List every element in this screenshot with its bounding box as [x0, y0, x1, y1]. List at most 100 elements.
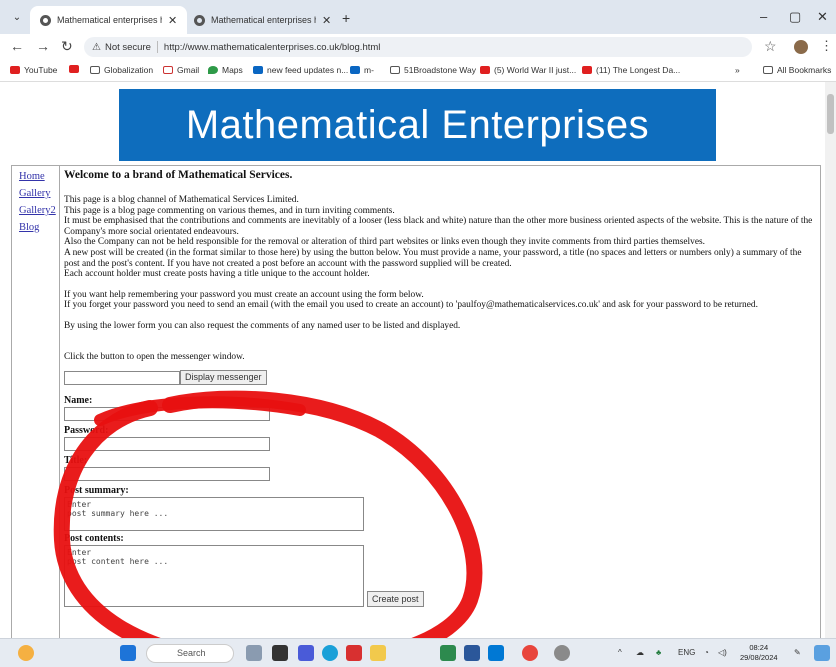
restore-icon[interactable]: ▢	[789, 9, 801, 25]
task-view-icon[interactable]	[272, 645, 288, 661]
bookmark-broadstone[interactable]: 51Broadstone Way	[390, 65, 476, 75]
create-post-form: Name: Password: Title: Post summary: Pos…	[64, 395, 816, 608]
bookmark-globalization[interactable]: Globalization	[90, 65, 153, 75]
browser-tab-2[interactable]: Mathematical enterprises home ✕	[184, 6, 341, 34]
name-label: Name:	[64, 395, 93, 407]
chrome-icon[interactable]	[522, 645, 538, 661]
file-explorer-icon[interactable]	[370, 645, 386, 661]
create-post-button[interactable]: Create post	[367, 591, 424, 608]
wifi-icon[interactable]: ◔	[704, 648, 709, 657]
back-arrow-icon[interactable]: ←	[10, 38, 24, 54]
volume-icon[interactable]: ◁)	[718, 648, 727, 657]
browser-tab-1[interactable]: Mathematical enterprises home ✕	[30, 6, 188, 34]
bookmark-linkedin-feed[interactable]: new feed updates n...	[253, 65, 348, 75]
intro-text: Each account holder must create posts ha…	[64, 269, 370, 280]
tab-search-icon[interactable]: ⌄	[8, 9, 26, 27]
title-label: Title:	[64, 455, 88, 467]
youtube-icon	[582, 66, 592, 74]
messenger-input[interactable]	[64, 370, 180, 385]
minimize-icon[interactable]: –	[760, 9, 767, 24]
cloud-icon[interactable]: ☁	[636, 648, 644, 657]
banner-title: Mathematical Enterprises	[185, 102, 650, 147]
display-messenger-button[interactable]: Display messenger	[180, 370, 267, 386]
settings-icon[interactable]	[554, 645, 570, 661]
word-icon[interactable]	[464, 645, 480, 661]
nav-gallery[interactable]: Gallery	[19, 187, 59, 201]
security-label[interactable]: Not secure	[105, 42, 151, 53]
intro-text: If you forget your password you need to …	[64, 300, 758, 311]
store-icon[interactable]	[488, 645, 504, 661]
intro-text: Also the Company can not be held respons…	[64, 237, 705, 248]
language-indicator[interactable]: ENG	[678, 648, 695, 657]
menu-kebab-icon[interactable]: ⋮	[820, 38, 833, 54]
site-banner: Mathematical Enterprises	[119, 89, 716, 161]
warning-icon: ⚠	[92, 41, 101, 53]
url-text[interactable]: http://www.mathematicalenterprises.co.uk…	[164, 42, 380, 53]
nav-blog[interactable]: Blog	[19, 221, 59, 235]
teams-icon[interactable]	[298, 645, 314, 661]
title-field[interactable]	[64, 467, 270, 482]
close-icon[interactable]: ✕	[322, 14, 331, 27]
window-close-icon[interactable]: ✕	[817, 9, 828, 25]
address-bar[interactable]: ⚠ Not secure http://www.mathematicalente…	[84, 37, 752, 57]
bookmark-youtube-2[interactable]	[69, 65, 83, 73]
taskbar-search[interactable]: Search	[146, 644, 234, 663]
page-title: Welcome to a brand of Mathematical Servi…	[64, 169, 293, 181]
intro-text: This page is a blog page commenting on v…	[64, 205, 395, 216]
web-page: Mathematical Enterprises Home Gallery Ga…	[0, 82, 825, 638]
folder-icon	[763, 66, 773, 74]
close-icon[interactable]: ✕	[168, 14, 177, 27]
contents-textarea[interactable]	[64, 545, 364, 608]
all-bookmarks[interactable]: All Bookmarks	[763, 65, 831, 75]
tray-app-icon[interactable]: ♣	[656, 648, 661, 657]
contents-label: Post contents:	[64, 533, 124, 545]
bookmark-youtube[interactable]: YouTube	[10, 65, 57, 75]
scroll-thumb[interactable]	[827, 94, 834, 134]
taskbar-clock[interactable]: 08:24 29/08/2024	[740, 643, 778, 663]
intro-text: It must be emphasised that the contribut…	[64, 216, 813, 237]
youtube-icon	[10, 66, 20, 74]
page-scrollbar[interactable]	[825, 82, 836, 638]
new-tab-button[interactable]: +	[342, 10, 350, 26]
clock-date: 29/08/2024	[740, 653, 778, 662]
name-field[interactable]	[64, 407, 270, 422]
password-label: Password:	[64, 425, 109, 437]
weather-icon[interactable]	[18, 645, 34, 661]
tab-title: Mathematical enterprises home	[57, 15, 162, 25]
intro-text: A new post will be created (in the forma…	[64, 247, 802, 269]
bookmark-star-icon[interactable]: ☆	[764, 38, 777, 55]
linkedin-icon	[253, 66, 263, 74]
bookmark-ww2[interactable]: (5) World War II just...	[480, 65, 576, 75]
browser-tab-strip: ⌄ Mathematical enterprises home ✕ Mathem…	[0, 0, 836, 34]
profile-avatar[interactable]	[794, 40, 808, 54]
bookmark-longest-day[interactable]: (11) The Longest Da...	[582, 65, 680, 75]
gmail-icon	[163, 66, 173, 74]
youtube-app-icon[interactable]	[346, 645, 362, 661]
page-layout: Home Gallery Gallery2 Blog Welcome to a …	[11, 165, 821, 638]
clock-time: 08:24	[749, 643, 769, 652]
summary-textarea[interactable]	[64, 497, 364, 532]
copilot-icon[interactable]	[814, 645, 830, 661]
maps-icon	[208, 66, 218, 74]
bookmark-linkedin-m[interactable]: m-	[350, 65, 374, 75]
bookmarks-overflow[interactable]: »	[735, 65, 740, 75]
edge-icon[interactable]	[322, 645, 338, 661]
intro-text: Click the button to open the messenger w…	[64, 351, 245, 362]
widgets-icon[interactable]	[246, 645, 262, 661]
bookmark-gmail[interactable]: Gmail	[163, 65, 199, 75]
nav-home[interactable]: Home	[19, 170, 59, 184]
youtube-icon	[69, 65, 79, 73]
forward-arrow-icon[interactable]: →	[36, 38, 50, 54]
bookmark-maps[interactable]: Maps	[208, 65, 243, 75]
notification-icon[interactable]: ✎	[794, 648, 801, 657]
password-field[interactable]	[64, 437, 270, 452]
main-content: Welcome to a brand of Mathematical Servi…	[64, 168, 816, 608]
windows-start-icon[interactable]	[120, 645, 136, 661]
browser-toolbar: ← → ↻ ⚠ Not secure http://www.mathematic…	[0, 34, 836, 60]
intro-text: By using the lower form you can also req…	[64, 320, 461, 331]
reload-icon[interactable]: ↻	[61, 38, 73, 55]
maps-app-icon[interactable]	[440, 645, 456, 661]
nav-gallery2[interactable]: Gallery2	[19, 204, 59, 218]
messenger-row: Display messenger	[64, 370, 816, 386]
chevron-up-icon[interactable]: ^	[618, 648, 622, 657]
